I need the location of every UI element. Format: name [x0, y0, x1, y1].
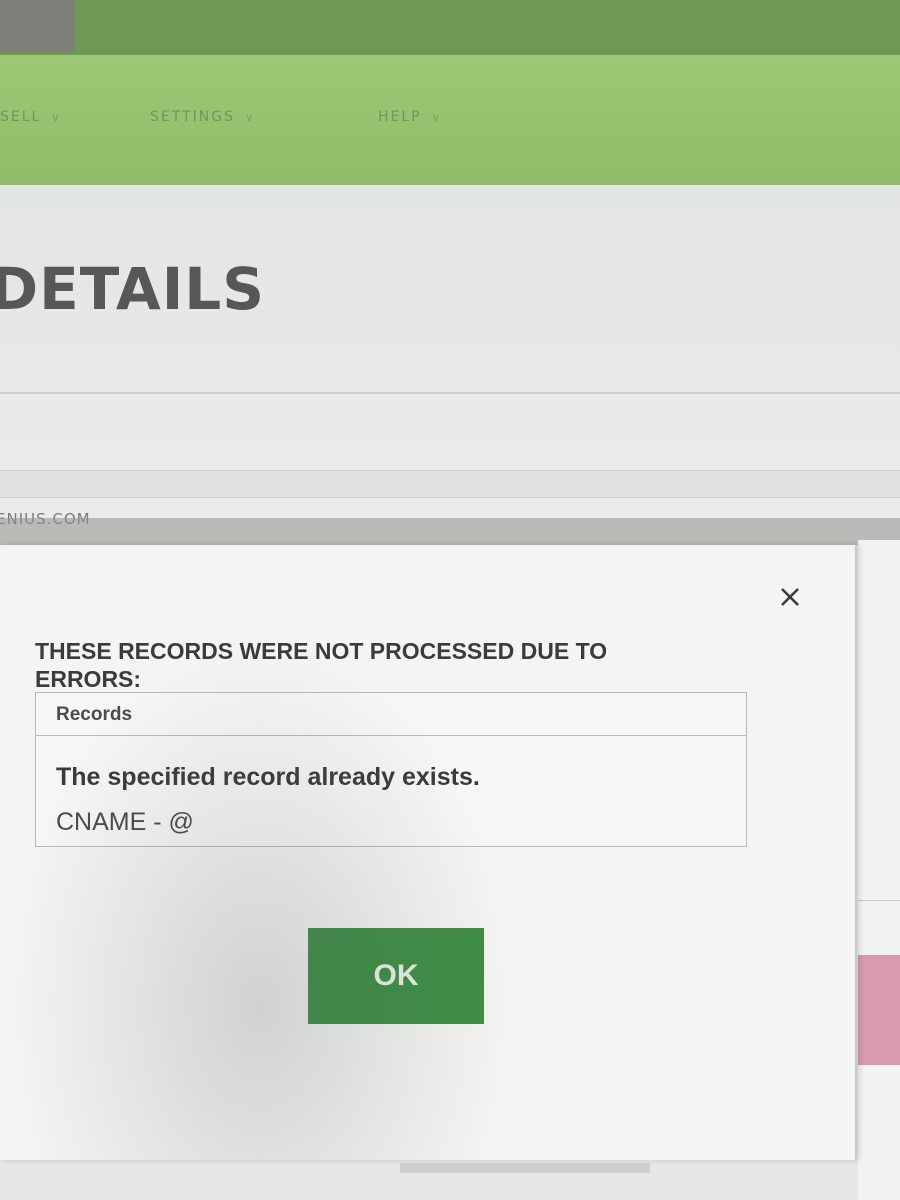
chevron-down-icon: ∨ [244, 110, 255, 124]
chevron-down-icon: ∨ [431, 110, 442, 124]
nav-item-label: SELL [0, 109, 42, 125]
error-message: The specified record already exists. [56, 763, 480, 791]
close-icon[interactable] [776, 583, 804, 611]
column-header-records: Records [56, 704, 133, 725]
nav-item-help[interactable]: HELP ∨ [378, 106, 442, 128]
nav-item-label: HELP [378, 109, 422, 125]
top-bar [0, 0, 900, 55]
divider [0, 392, 900, 394]
main-nav [0, 55, 900, 185]
nav-item-settings[interactable]: SETTINGS ∨ [150, 106, 255, 128]
records-table: Records The specified record already exi… [35, 692, 747, 847]
record-detail: CNAME - @ [56, 808, 194, 836]
background-panel [858, 540, 900, 1200]
ok-button[interactable]: OK [308, 928, 484, 1024]
divider [858, 900, 900, 901]
close-icon-glyph [781, 588, 799, 606]
page-title: DETAILS [0, 255, 266, 323]
modal-backdrop [0, 518, 900, 546]
dialog-heading: THESE RECORDS WERE NOT PROCESSED DUE TO … [35, 638, 608, 692]
nav-item-sell[interactable]: SELL ∨ [0, 106, 61, 128]
account-menu[interactable] [0, 0, 75, 52]
section-band [0, 470, 900, 498]
table-header: Records [36, 693, 746, 736]
error-dialog: THESE RECORDS WERE NOT PROCESSED DUE TO … [0, 545, 857, 1160]
chevron-down-icon: ∨ [51, 110, 62, 124]
background-button [858, 955, 900, 1065]
nav-item-label: SETTINGS [150, 109, 235, 125]
background-strip [400, 1163, 650, 1173]
